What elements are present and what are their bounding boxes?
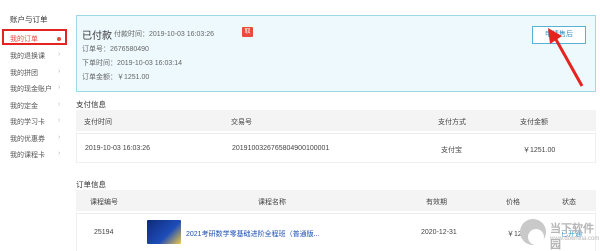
header-course-id: 课程编号: [90, 199, 118, 206]
header-pay-method: 支付方式: [438, 119, 466, 126]
chevron-right-icon: ›: [58, 51, 61, 58]
status-badge: 取: [242, 27, 253, 37]
table-row: 2019-10-03 16:03:26 20191003267658049001…: [76, 133, 596, 163]
order-summary-card: 已付款 付款时间：2019-10-03 16:03:26 取 订单号：26765…: [76, 15, 596, 92]
sidebar-item-refunds[interactable]: 我的退换课: [10, 51, 45, 61]
header-course-name: 课程名称: [258, 199, 286, 206]
sidebar-item-coupons[interactable]: 我的优惠券: [10, 134, 45, 144]
order-amount: 订单金额：￥1251.00: [82, 74, 150, 81]
cell-pay-method: 支付宝: [441, 147, 462, 154]
annotation-highlight-box: [2, 29, 67, 45]
header-expiry: 有效期: [426, 199, 447, 206]
course-thumbnail[interactable]: [147, 220, 181, 244]
chevron-right-icon: ›: [58, 68, 61, 75]
course-name-link[interactable]: 2021考研数学零基础进阶全程班（普通版...: [186, 229, 319, 239]
chevron-right-icon: ›: [58, 117, 61, 124]
order-number: 订单号：2676580490: [82, 46, 149, 53]
order-status: 已付款: [82, 31, 112, 42]
sidebar-item-deposit[interactable]: 我的定金: [10, 101, 38, 111]
sidebar-header: 账户与订单: [10, 15, 48, 24]
header-transaction-no: 交易号: [231, 119, 252, 126]
cell-pay-time: 2019-10-03 16:03:26: [85, 145, 150, 152]
payment-table: 支付时间 交易号 支付方式 支付金额 2019-10-03 16:03:26 2…: [76, 110, 596, 165]
header-pay-amount: 支付金额: [520, 119, 548, 126]
cell-transaction-no: 2019100326765804900100001: [232, 145, 330, 152]
header-price: 价格: [506, 199, 520, 206]
payment-table-header: 支付时间 交易号 支付方式 支付金额: [76, 110, 596, 131]
watermark-url: www.downxia.com: [550, 236, 600, 242]
order-time: 下单时间：2019-10-03 16:03:14: [82, 60, 182, 67]
chevron-right-icon: ›: [58, 150, 61, 157]
header-status: 状态: [562, 199, 576, 206]
chevron-right-icon: ›: [58, 134, 61, 141]
payment-section-title: 支付信息: [76, 100, 106, 109]
chevron-right-icon: ›: [58, 101, 61, 108]
annotation-arrow-icon: [548, 28, 584, 87]
sidebar-item-study-card[interactable]: 我的学习卡: [10, 117, 45, 127]
sidebar-item-course-card[interactable]: 我的课程卡: [10, 150, 45, 160]
sidebar: 账户与订单 我的订单 我的退换课 › 我的拼团 › 我的现金账户 › 我的定金 …: [0, 0, 72, 251]
header-pay-time: 支付时间: [84, 119, 112, 126]
chevron-right-icon: ›: [58, 84, 61, 91]
cell-pay-amount: ￥1251.00: [523, 147, 556, 154]
order-info-table-header: 课程编号 课程名称 有效期 价格 状态: [76, 190, 596, 211]
sidebar-item-cash-account[interactable]: 我的现金账户: [10, 84, 52, 94]
cell-expiry: 2020-12-31: [421, 229, 457, 236]
order-info-section-title: 订单信息: [76, 180, 106, 189]
cell-course-id: 25194: [94, 229, 114, 236]
watermark-logo: 当下软件园 www.downxia.com: [517, 214, 600, 251]
watermark-circle-icon: [520, 219, 546, 245]
pay-time: 付款时间：2019-10-03 16:03:26: [114, 31, 214, 38]
sidebar-item-group-buy[interactable]: 我的拼团: [10, 68, 38, 78]
